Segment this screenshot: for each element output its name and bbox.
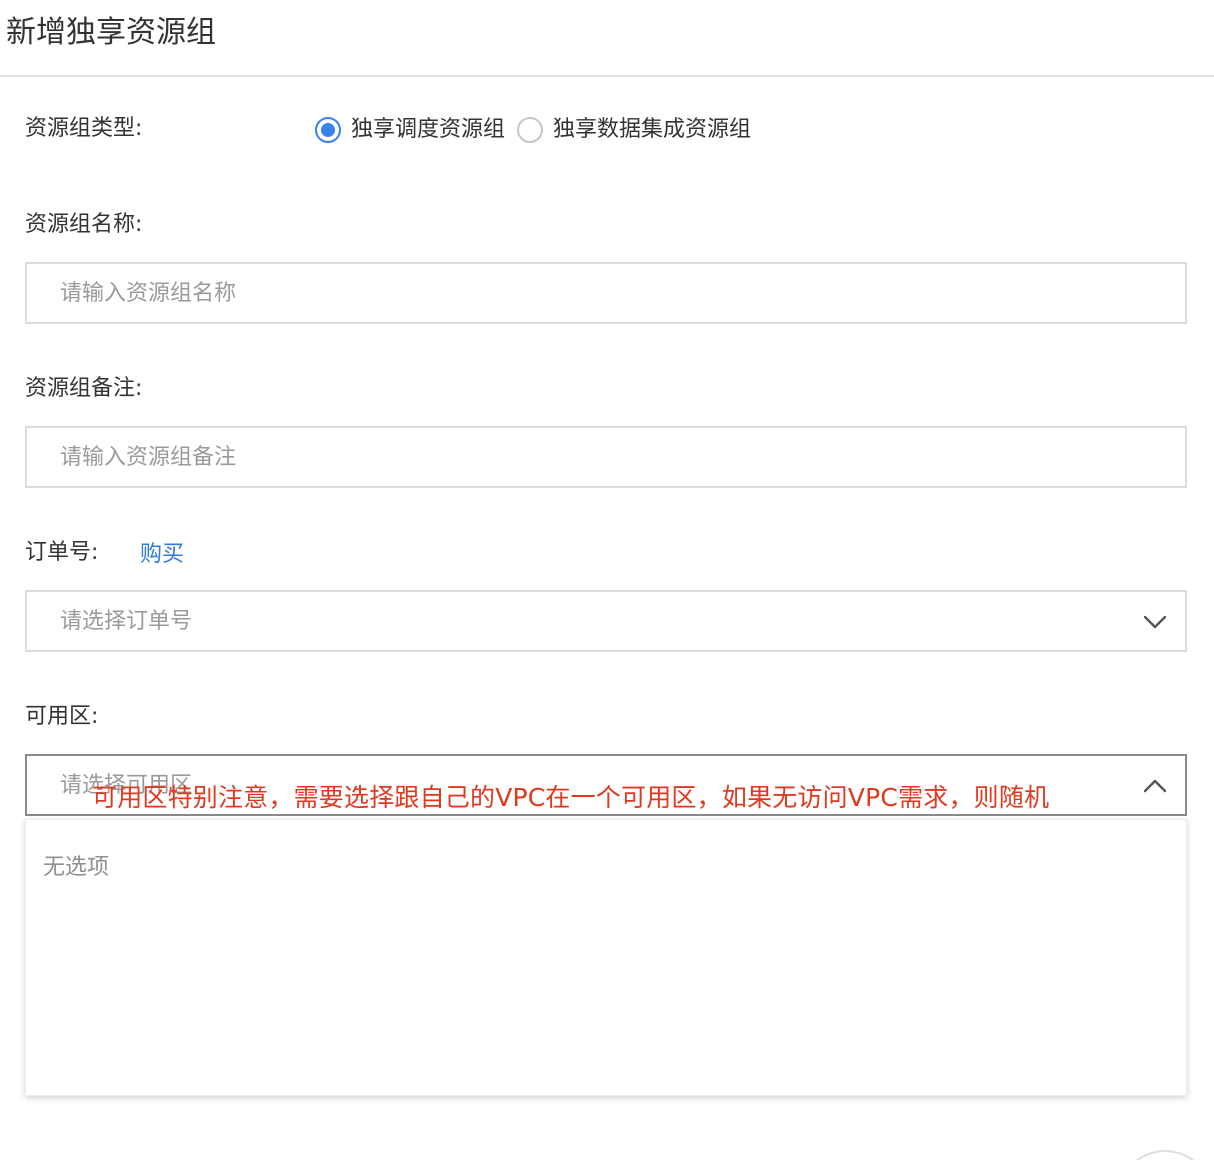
chevron-down-icon[interactable] bbox=[1141, 608, 1169, 636]
buy-link[interactable]: 购买 bbox=[140, 540, 184, 570]
resource-remark-input[interactable] bbox=[27, 428, 1185, 486]
resource-remark-field bbox=[25, 426, 1187, 488]
resource-type-radio-group: 独享调度资源组 独享数据集成资源组 bbox=[315, 114, 763, 146]
chevron-up-icon[interactable] bbox=[1141, 772, 1169, 800]
zone-label: 可用区: bbox=[25, 704, 99, 729]
resource-remark-label: 资源组备注: bbox=[25, 376, 143, 401]
radio-option-scheduling[interactable]: 独享调度资源组 bbox=[315, 115, 505, 145]
zone-dropdown: 无选项 bbox=[25, 819, 1187, 1096]
radio-label-scheduling: 独享调度资源组 bbox=[351, 117, 506, 142]
dropdown-empty-text: 无选项 bbox=[43, 855, 110, 880]
radio-unchecked-icon[interactable] bbox=[517, 117, 544, 143]
radio-label-data-integration: 独享数据集成资源组 bbox=[553, 117, 752, 142]
zone-annotation: 可用区特别注意，需要选择跟自己的VPC在一个可用区，如果无访问VPC需求，则随机 bbox=[92, 783, 1050, 812]
order-number-placeholder: 请选择订单号 bbox=[60, 609, 193, 634]
order-number-select[interactable]: 请选择订单号 bbox=[25, 590, 1187, 652]
order-number-label: 订单号: bbox=[25, 540, 99, 565]
resource-type-label: 资源组类型: bbox=[25, 116, 143, 141]
scroll-top-button-edge bbox=[1136, 1150, 1194, 1160]
resource-name-input[interactable] bbox=[27, 264, 1185, 322]
radio-checked-icon[interactable] bbox=[315, 117, 341, 143]
resource-name-field bbox=[25, 262, 1187, 324]
title-divider bbox=[0, 75, 1214, 77]
page-title: 新增独享资源组 bbox=[6, 15, 216, 50]
radio-dot bbox=[321, 123, 335, 137]
radio-option-data-integration[interactable]: 独享数据集成资源组 bbox=[517, 115, 751, 145]
resource-name-label: 资源组名称: bbox=[25, 212, 143, 237]
